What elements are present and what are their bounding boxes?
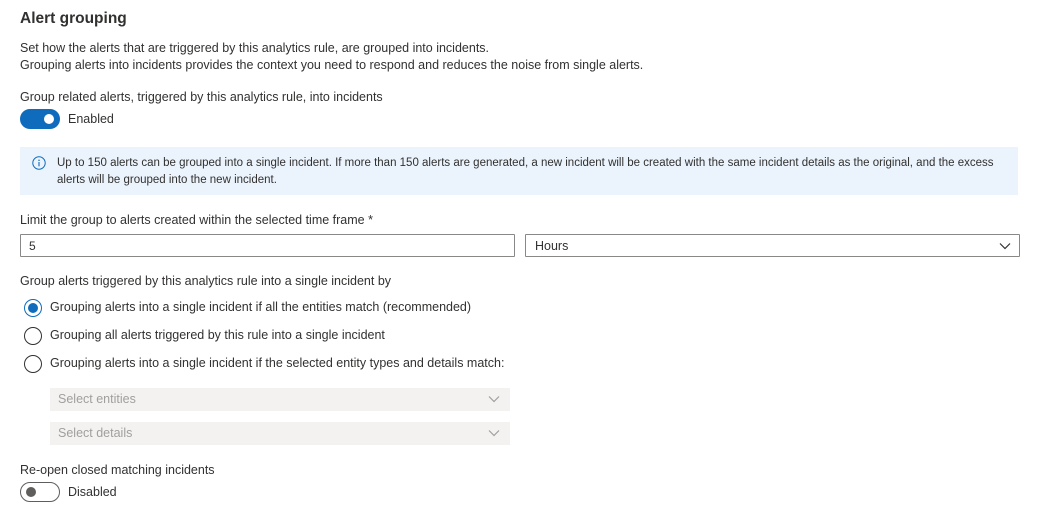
toggle-knob <box>44 114 54 124</box>
radio-button[interactable] <box>24 355 42 373</box>
chevron-down-icon <box>999 243 1011 250</box>
info-icon <box>32 156 46 170</box>
reopen-incidents-toggle-label: Re-open closed matching incidents <box>20 463 215 477</box>
radio-button[interactable] <box>24 327 42 345</box>
info-message-text: Up to 150 alerts can be grouped into a s… <box>57 157 994 186</box>
reopen-incidents-toggle-state: Disabled <box>68 485 117 499</box>
time-frame-unit-value: Hours <box>535 239 569 253</box>
select-entities-dropdown: Select entities <box>50 388 510 411</box>
time-frame-label: Limit the group to alerts created within… <box>20 213 373 227</box>
section-description-line-2: Grouping alerts into incidents provides … <box>20 58 644 72</box>
group-alerts-toggle-label: Group related alerts, triggered by this … <box>20 90 383 104</box>
reopen-incidents-toggle[interactable] <box>20 482 60 502</box>
section-title: Alert grouping <box>20 10 127 27</box>
time-frame-value-input[interactable] <box>20 234 515 257</box>
group-alerts-toggle[interactable] <box>20 109 60 129</box>
chevron-down-icon <box>488 396 500 403</box>
radio-option-label: Grouping all alerts triggered by this ru… <box>50 328 385 342</box>
toggle-knob <box>26 487 36 497</box>
section-description-line-1: Set how the alerts that are triggered by… <box>20 41 490 55</box>
select-details-placeholder: Select details <box>58 426 133 440</box>
radio-option-label: Grouping alerts into a single incident i… <box>50 356 505 370</box>
select-entities-placeholder: Select entities <box>58 392 136 406</box>
select-details-dropdown: Select details <box>50 422 510 445</box>
radio-option-label: Grouping alerts into a single incident i… <box>50 300 472 314</box>
radio-button[interactable] <box>24 299 42 317</box>
grouping-method-label: Group alerts triggered by this analytics… <box>20 274 392 288</box>
time-frame-unit-dropdown[interactable]: Hours <box>525 234 1020 257</box>
group-alerts-toggle-state: Enabled <box>68 112 114 126</box>
info-message-bar: Up to 150 alerts can be grouped into a s… <box>20 147 1018 195</box>
chevron-down-icon <box>488 430 500 437</box>
